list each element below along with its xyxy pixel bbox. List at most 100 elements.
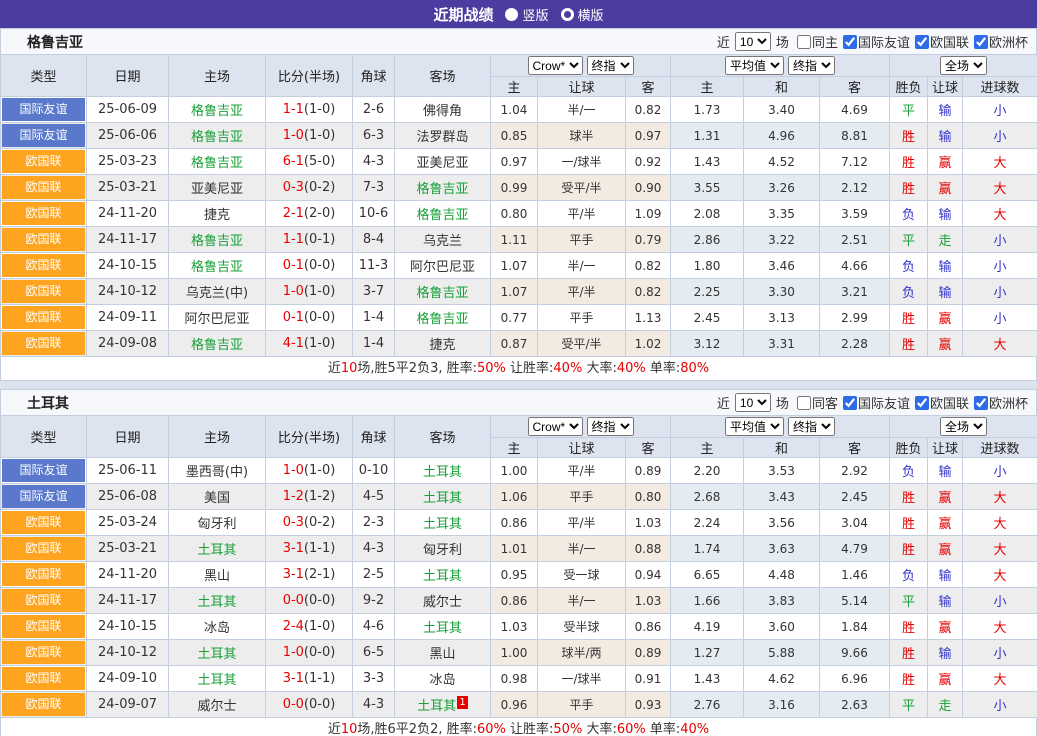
away-team: 捷克 [395,331,491,357]
home-team: 格鲁吉亚 [169,253,266,279]
crown-home-odds: 0.99 [491,175,538,201]
home-team: 阿尔巴尼亚 [169,305,266,331]
league-checkbox-1[interactable]: 欧国联 [910,393,969,412]
match-count-select[interactable]: 10 [735,32,771,51]
league-checkbox-2-label: 欧洲杯 [989,393,1028,412]
same-venue-checkbox[interactable]: 同主 [792,32,838,51]
sub-col-header: 让球 [538,77,626,97]
col-header: 比分(半场) [266,416,353,458]
league-checkbox-2-label: 欧洲杯 [989,32,1028,51]
avg-odds-header: 平均值终指 [671,55,890,77]
avg-home-odds: 1.73 [671,97,744,123]
scope-select[interactable]: 全场 [940,417,987,436]
sub-col-header: 客 [820,77,890,97]
crown-home-odds: 1.07 [491,253,538,279]
match-row: 欧国联24-10-12土耳其1-0(0-0)6-5黑山1.00球半/两0.891… [1,640,1037,666]
score-halftime: 1-0(1-0) [266,458,353,484]
league-checkbox-1-box[interactable] [915,396,929,410]
crown-company-select[interactable]: Crow* [528,56,583,75]
match-row: 欧国联25-03-23格鲁吉亚6-1(5-0)4-3亚美尼亚0.97一/球半0.… [1,149,1037,175]
corner-score: 4-3 [353,149,395,175]
match-date: 25-06-09 [87,97,169,123]
crown-handicap: 平/半 [538,458,626,484]
home-team: 格鲁吉亚 [169,227,266,253]
score-halftime: 0-1(0-0) [266,253,353,279]
handicap-outcome: 赢 [928,666,963,692]
team-section: 土耳其近10场同客国际友谊欧国联欧洲杯类型日期主场比分(半场)角球客场Crow*… [0,389,1037,736]
radio-selected-icon[interactable] [505,8,518,21]
crown-odds-header: Crow*终指 [491,55,671,77]
league-badge: 欧国联 [2,176,85,199]
league-checkbox-0-label: 国际友谊 [858,393,910,412]
crown-company-select[interactable]: Crow* [528,417,583,436]
avg-away-odds: 2.45 [820,484,890,510]
handicap-outcome: 输 [928,640,963,666]
result-outcome: 负 [890,201,928,227]
result-outcome: 负 [890,562,928,588]
goals-outcome: 大 [963,201,1037,227]
handicap-outcome: 赢 [928,536,963,562]
league-checkbox-1[interactable]: 欧国联 [910,32,969,51]
avg-index-select[interactable]: 终指 [788,56,835,75]
same-venue-checkbox-box[interactable] [797,396,811,410]
avg-draw-odds: 3.63 [744,536,820,562]
sub-col-header: 主 [671,438,744,458]
goals-outcome: 大 [963,331,1037,357]
radio-vertical-option[interactable]: 竖版 [505,5,548,24]
league-checkbox-0-box[interactable] [843,35,857,49]
col-header: 比分(半场) [266,55,353,97]
avg-away-odds: 3.21 [820,279,890,305]
radio-horizontal-option[interactable]: 横版 [561,5,604,24]
crown-index-select[interactable]: 终指 [587,56,634,75]
score-halftime: 3-1(2-1) [266,562,353,588]
sub-col-header: 让球 [538,438,626,458]
avg-company-select[interactable]: 平均值 [725,56,784,75]
league-checkbox-2[interactable]: 欧洲杯 [969,393,1028,412]
col-header: 客场 [395,55,491,97]
league-checkbox-0[interactable]: 国际友谊 [838,393,910,412]
same-venue-checkbox-box[interactable] [797,35,811,49]
league-checkbox-1-box[interactable] [915,35,929,49]
league-checkbox-2-box[interactable] [974,396,988,410]
avg-index-select[interactable]: 终指 [788,417,835,436]
league-checkbox-0[interactable]: 国际友谊 [838,32,910,51]
sub-col-header: 让球 [928,77,963,97]
handicap-outcome: 赢 [928,510,963,536]
avg-home-odds: 3.12 [671,331,744,357]
crown-home-odds: 1.11 [491,227,538,253]
same-venue-checkbox[interactable]: 同客 [792,393,838,412]
crown-handicap: 受平/半 [538,175,626,201]
match-row: 欧国联25-03-24匈牙利0-3(0-2)2-3土耳其0.86平/半1.032… [1,510,1037,536]
avg-home-odds: 1.66 [671,588,744,614]
radio-unselected-icon[interactable] [561,8,574,21]
avg-company-select[interactable]: 平均值 [725,417,784,436]
scope-select[interactable]: 全场 [940,56,987,75]
match-date: 25-06-11 [87,458,169,484]
crown-home-odds: 0.97 [491,149,538,175]
avg-away-odds: 2.99 [820,305,890,331]
avg-away-odds: 8.81 [820,123,890,149]
crown-handicap: 一/球半 [538,149,626,175]
league-checkbox-2-box[interactable] [974,35,988,49]
sub-col-header: 和 [744,438,820,458]
match-row: 欧国联24-10-15格鲁吉亚0-1(0-0)11-3阿尔巴尼亚1.07半/一0… [1,253,1037,279]
league-checkbox-0-box[interactable] [843,396,857,410]
league-checkbox-2[interactable]: 欧洲杯 [969,32,1028,51]
crown-away-odds: 0.89 [626,458,671,484]
avg-draw-odds: 3.56 [744,510,820,536]
goals-outcome: 大 [963,536,1037,562]
avg-draw-odds: 3.31 [744,331,820,357]
away-team: 法罗群岛 [395,123,491,149]
match-date: 24-09-11 [87,305,169,331]
home-team: 格鲁吉亚 [169,331,266,357]
handicap-outcome: 输 [928,279,963,305]
recent-results-panel: 近期战绩 竖版 横版 格鲁吉亚近10场同主国际友谊欧国联欧洲杯类型日期主场比分(… [0,0,1037,736]
crown-handicap: 半/一 [538,253,626,279]
avg-draw-odds: 3.46 [744,253,820,279]
match-count-select[interactable]: 10 [735,393,771,412]
away-team: 匈牙利 [395,536,491,562]
crown-home-odds: 1.07 [491,279,538,305]
avg-home-odds: 2.76 [671,692,744,718]
result-outcome: 平 [890,588,928,614]
crown-index-select[interactable]: 终指 [587,417,634,436]
